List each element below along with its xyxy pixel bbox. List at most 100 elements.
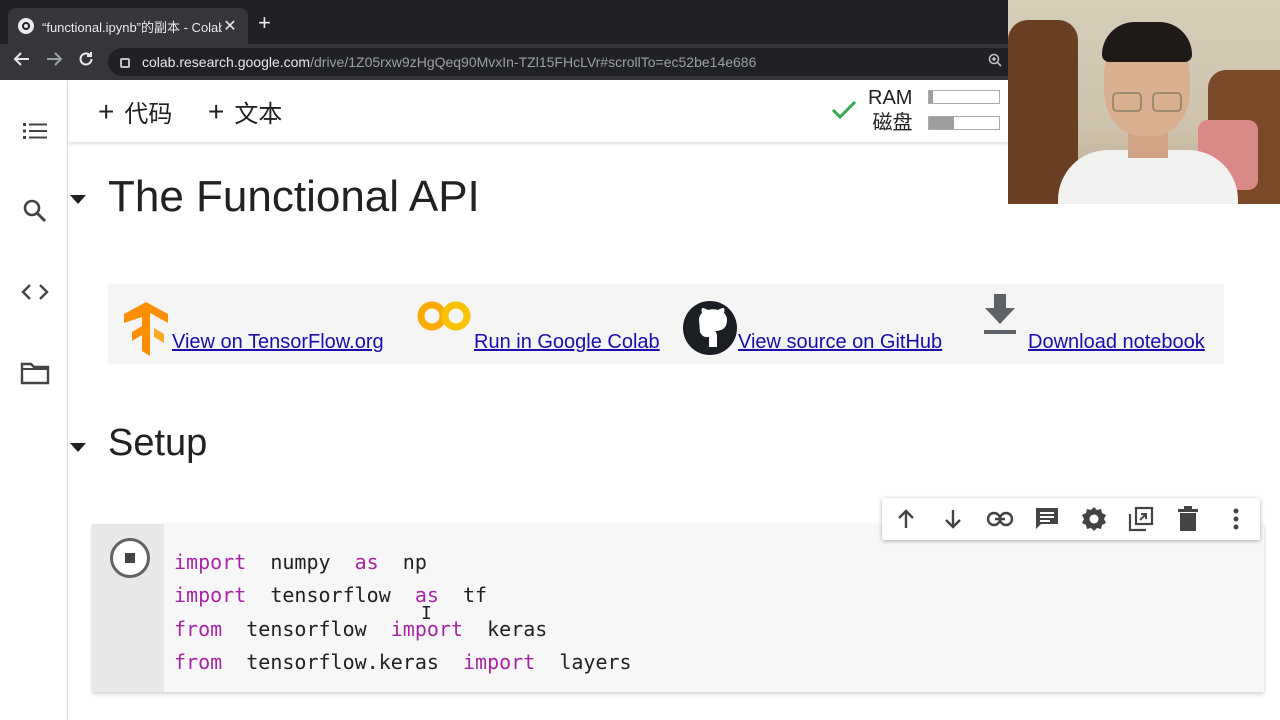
code-brackets-icon xyxy=(21,284,49,300)
mirror-cell-icon xyxy=(1128,506,1154,532)
move-cell-up-button[interactable] xyxy=(892,505,920,533)
code-cell-gutter xyxy=(92,524,164,692)
collapse-section-icon[interactable] xyxy=(68,441,88,453)
reload-button[interactable] xyxy=(74,50,98,73)
code-keyword: as xyxy=(354,550,379,574)
left-sidebar xyxy=(0,80,68,720)
webcam-overlay xyxy=(1008,0,1280,204)
delete-cell-button[interactable] xyxy=(1174,505,1202,533)
link-cell-download: Download notebook xyxy=(980,294,1205,356)
add-code-button[interactable]: + 代码 xyxy=(98,94,172,129)
code-cell[interactable]: import numpy as np import tensorflow as t… xyxy=(92,524,1264,692)
add-text-label: 文本 xyxy=(234,101,283,128)
cell-settings-button[interactable] xyxy=(1080,505,1108,533)
files-button[interactable] xyxy=(18,356,52,390)
forward-button[interactable] xyxy=(42,50,66,73)
stop-icon xyxy=(125,553,135,563)
comment-icon xyxy=(1036,508,1058,529)
code-snippets-button[interactable] xyxy=(18,275,52,309)
github-logo-icon xyxy=(683,301,737,355)
url-host: colab.research.google.com xyxy=(142,54,311,70)
plus-icon: + xyxy=(98,95,115,127)
tab-close-icon[interactable]: ✕ xyxy=(222,16,238,36)
gear-icon xyxy=(1082,507,1106,531)
view-source-on-github-link[interactable]: View source on GitHub xyxy=(738,331,942,354)
code-token: tensorflow xyxy=(246,583,415,608)
add-text-button[interactable]: + 文本 xyxy=(208,94,282,129)
code-keyword: import xyxy=(463,649,536,674)
text-cursor-icon: I xyxy=(421,603,432,624)
search-button[interactable] xyxy=(18,194,52,228)
code-keyword: import xyxy=(174,583,247,608)
arrow-right-icon xyxy=(47,52,63,66)
add-code-label: 代码 xyxy=(124,101,173,128)
link-cell-tensorflow: View on TensorFlow.org xyxy=(120,294,384,356)
link-cell-github: View source on GitHub xyxy=(682,294,942,356)
collapse-section-icon[interactable] xyxy=(68,193,88,205)
more-actions-button[interactable] xyxy=(1222,505,1250,533)
run-in-colab-link[interactable]: Run in Google Colab xyxy=(474,331,660,354)
ram-usage-bar xyxy=(928,90,1000,104)
search-icon xyxy=(23,199,47,223)
folder-icon xyxy=(20,362,50,385)
disk-usage-fill xyxy=(929,117,954,129)
notebook-links-table: View on TensorFlow.org Run in Google Col… xyxy=(108,284,1224,364)
code-token: np xyxy=(378,550,427,574)
code-line: from tensorflow import keras xyxy=(174,613,632,646)
code-token: keras xyxy=(463,616,548,641)
table-of-contents-button[interactable] xyxy=(18,114,52,148)
code-keyword: import xyxy=(174,550,247,574)
ram-usage-fill xyxy=(929,91,934,103)
code-line: from tensorflow.keras import layers xyxy=(174,646,632,679)
code-token: numpy xyxy=(246,550,355,574)
notebook-toolbar: + 代码 + 文本 RAM 磁盘 xyxy=(68,80,1008,142)
code-editor[interactable]: import numpy as np import tensorflow as t… xyxy=(174,546,632,679)
webcam-person-shirt xyxy=(1058,150,1238,204)
disk-label: 磁盘 xyxy=(872,112,913,134)
download-notebook-link[interactable]: Download notebook xyxy=(1028,331,1205,354)
tab-title: “functional.ipynb”的副本 - Colab xyxy=(42,19,222,35)
resource-labels[interactable]: RAM 磁盘 xyxy=(868,86,912,136)
arrow-up-icon xyxy=(898,509,914,528)
connected-check-icon[interactable] xyxy=(830,98,858,122)
reload-icon xyxy=(79,52,93,66)
lock-icon xyxy=(120,58,130,68)
ram-label: RAM xyxy=(868,87,913,109)
mirror-cell-button[interactable] xyxy=(1127,505,1155,533)
section-heading-setup: Setup xyxy=(108,422,208,464)
code-token: tensorflow xyxy=(222,616,391,641)
more-vert-icon xyxy=(1233,508,1239,530)
cell-toolbar xyxy=(882,498,1260,540)
webcam-person-hair xyxy=(1102,22,1192,62)
code-token: layers xyxy=(535,649,632,674)
add-comment-button[interactable] xyxy=(1033,505,1061,533)
url-field[interactable]: colab.research.google.com/drive/1Z05rxw9… xyxy=(108,48,1008,76)
browser-tab[interactable]: “functional.ipynb”的副本 - Colab ✕ xyxy=(8,8,248,44)
run-cell-button[interactable] xyxy=(110,538,150,578)
download-icon xyxy=(984,294,1016,334)
code-keyword: from xyxy=(174,649,223,674)
code-token: tensorflow.keras xyxy=(222,649,463,674)
colab-logo-icon xyxy=(417,301,471,331)
back-button[interactable] xyxy=(10,50,34,73)
webcam-glasses xyxy=(1152,92,1182,112)
arrow-left-icon xyxy=(13,52,29,66)
colab-favicon-icon xyxy=(18,18,34,34)
view-on-tensorflow-link[interactable]: View on TensorFlow.org xyxy=(172,331,384,354)
new-tab-button[interactable]: + xyxy=(258,10,271,36)
code-token: tf xyxy=(438,583,488,608)
copy-link-button[interactable] xyxy=(986,505,1014,533)
url-path: /drive/1Z05rxw9zHgQeq90MvxIn-TZl15FHcLVr… xyxy=(310,54,757,70)
zoom-icon[interactable] xyxy=(988,53,1002,71)
section-heading-functional-api: The Functional API xyxy=(108,172,480,221)
code-keyword: from xyxy=(174,616,223,641)
link-icon xyxy=(986,511,1014,527)
code-line: import numpy as np xyxy=(174,546,632,579)
tensorflow-logo-icon xyxy=(124,302,168,356)
code-line: import tensorflow as tf xyxy=(174,579,632,612)
arrow-down-icon xyxy=(945,510,961,529)
plus-icon: + xyxy=(208,95,225,127)
move-cell-down-button[interactable] xyxy=(939,505,967,533)
webcam-glasses xyxy=(1112,92,1142,112)
address-bar: colab.research.google.com/drive/1Z05rxw9… xyxy=(0,44,1008,80)
